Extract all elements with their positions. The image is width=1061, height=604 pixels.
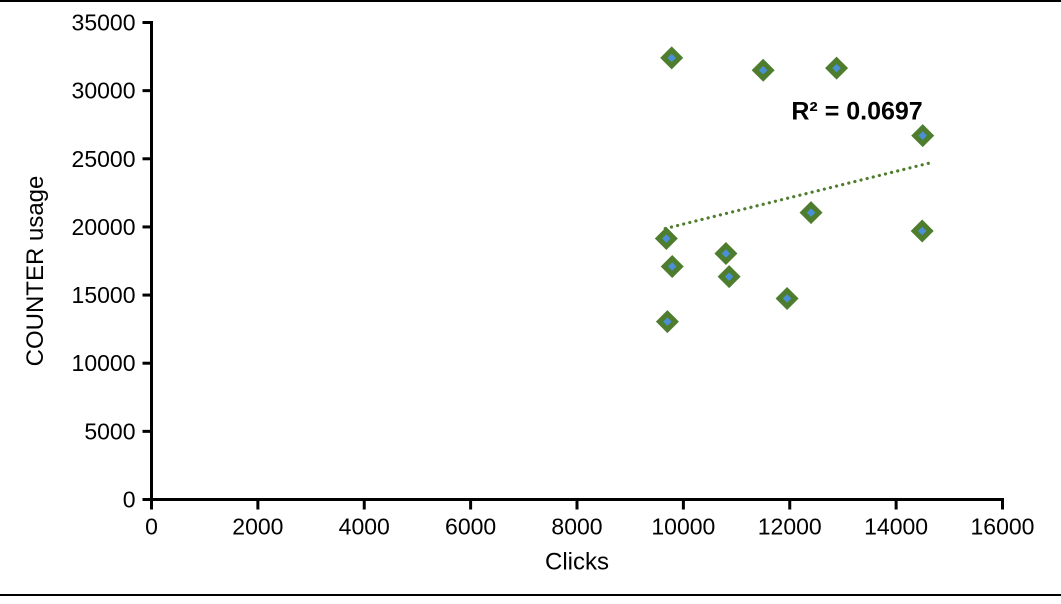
y-tick-label: 10000 <box>72 350 136 376</box>
y-tick-label: 30000 <box>72 78 136 104</box>
x-tick-label: 14000 <box>864 514 928 540</box>
y-tick-label: 35000 <box>72 10 136 36</box>
x-tick-label: 0 <box>145 514 158 540</box>
x-tick-label: 12000 <box>758 514 822 540</box>
x-tick-label: 4000 <box>339 514 390 540</box>
annotation-r-squared: R² = 0.0697 <box>791 97 922 125</box>
x-tick-label: 2000 <box>232 514 283 540</box>
trendline <box>663 161 931 231</box>
plot-canvas: 0 5000 10000 15000 20000 25000 30000 35000 0 2000… <box>22 10 1035 576</box>
x-axis-title: Clicks <box>545 549 609 576</box>
y-tick-label: 25000 <box>72 146 136 172</box>
x-tick-label: 6000 <box>445 514 496 540</box>
y-tick-label: 20000 <box>72 214 136 240</box>
scatter-chart-figure: 0 5000 10000 15000 20000 25000 30000 35000 0 2000… <box>0 0 1061 604</box>
y-axis-title: COUNTER usage <box>22 176 49 367</box>
y-tick-label: 0 <box>123 487 136 513</box>
x-tick-label: 10000 <box>651 514 715 540</box>
y-tick-label: 15000 <box>72 282 136 308</box>
y-tick-label: 5000 <box>84 418 135 444</box>
series-0-markers <box>654 46 935 334</box>
x-tick-label: 8000 <box>551 514 602 540</box>
x-tick-label: 16000 <box>971 514 1035 540</box>
